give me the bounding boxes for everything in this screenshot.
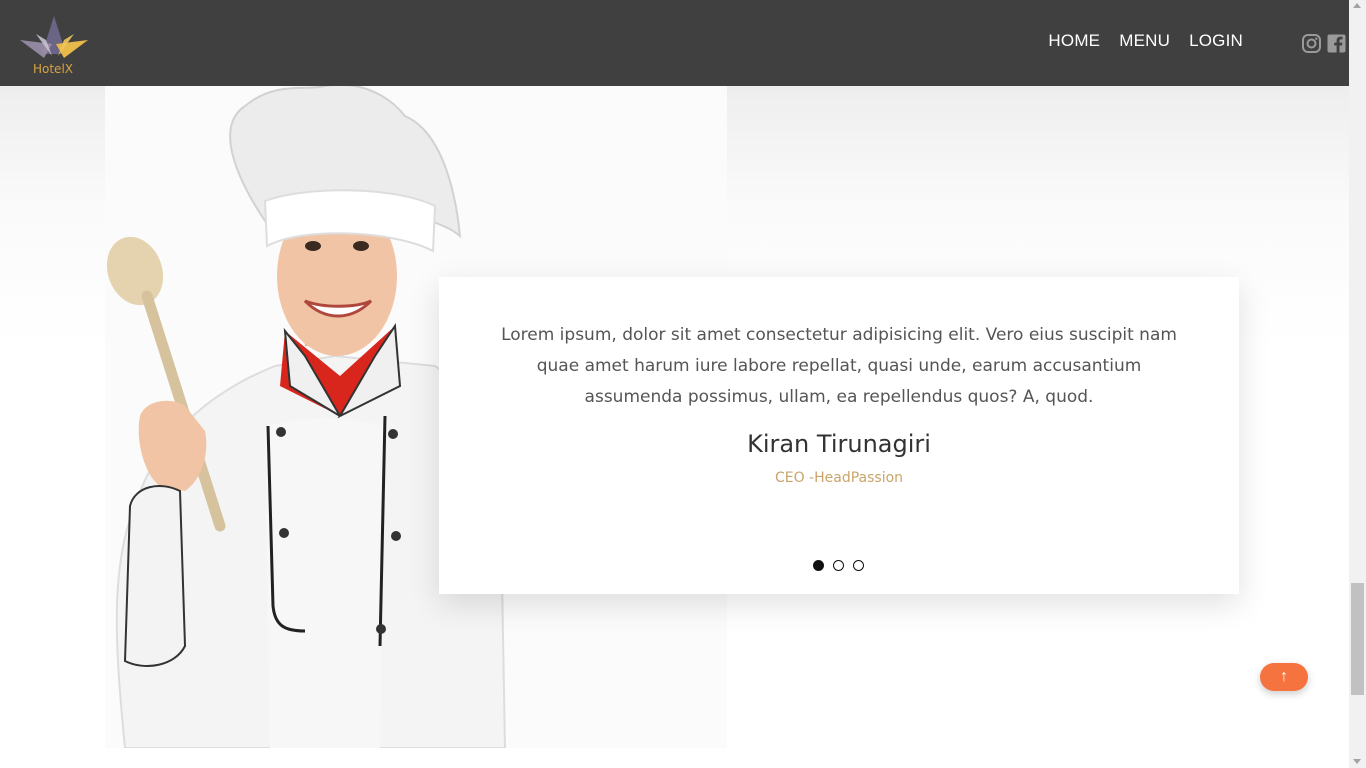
nav-links: HOME MENU LOGIN bbox=[1048, 31, 1243, 51]
facebook-icon[interactable] bbox=[1327, 34, 1346, 53]
testimonial-author: Kiran Tirunagiri bbox=[747, 430, 931, 458]
carousel-dots bbox=[813, 560, 864, 571]
logo-text: HotelX bbox=[32, 62, 73, 76]
page-scrollbar[interactable] bbox=[1349, 0, 1366, 768]
carousel-dot-1[interactable] bbox=[813, 560, 824, 571]
carousel-dot-2[interactable] bbox=[833, 560, 844, 571]
navbar: HotelX HOME MENU LOGIN bbox=[0, 0, 1349, 86]
instagram-icon[interactable] bbox=[1302, 34, 1321, 53]
testimonial-role: CEO -HeadPassion bbox=[774, 470, 904, 486]
testimonial-card: Lorem ipsum, dolor sit amet consectetur … bbox=[439, 277, 1239, 594]
scrollbar-down-arrow-icon[interactable] bbox=[1353, 759, 1361, 764]
scrollbar-thumb[interactable] bbox=[1351, 583, 1364, 695]
hotelx-logo[interactable]: HotelX bbox=[16, 14, 92, 78]
social-links bbox=[1302, 34, 1346, 53]
arrow-up-icon: ↑ bbox=[1280, 668, 1288, 685]
testimonial-quote: Lorem ipsum, dolor sit amet consectetur … bbox=[501, 325, 1177, 407]
nav-home[interactable]: HOME bbox=[1048, 31, 1100, 51]
nav-login[interactable]: LOGIN bbox=[1189, 31, 1243, 51]
scroll-to-top-button[interactable]: ↑ bbox=[1260, 663, 1308, 691]
logo-emblem-icon bbox=[20, 16, 88, 58]
nav-menu[interactable]: MENU bbox=[1119, 31, 1170, 51]
scrollbar-up-arrow-icon[interactable] bbox=[1353, 3, 1361, 8]
carousel-dot-3[interactable] bbox=[853, 560, 864, 571]
